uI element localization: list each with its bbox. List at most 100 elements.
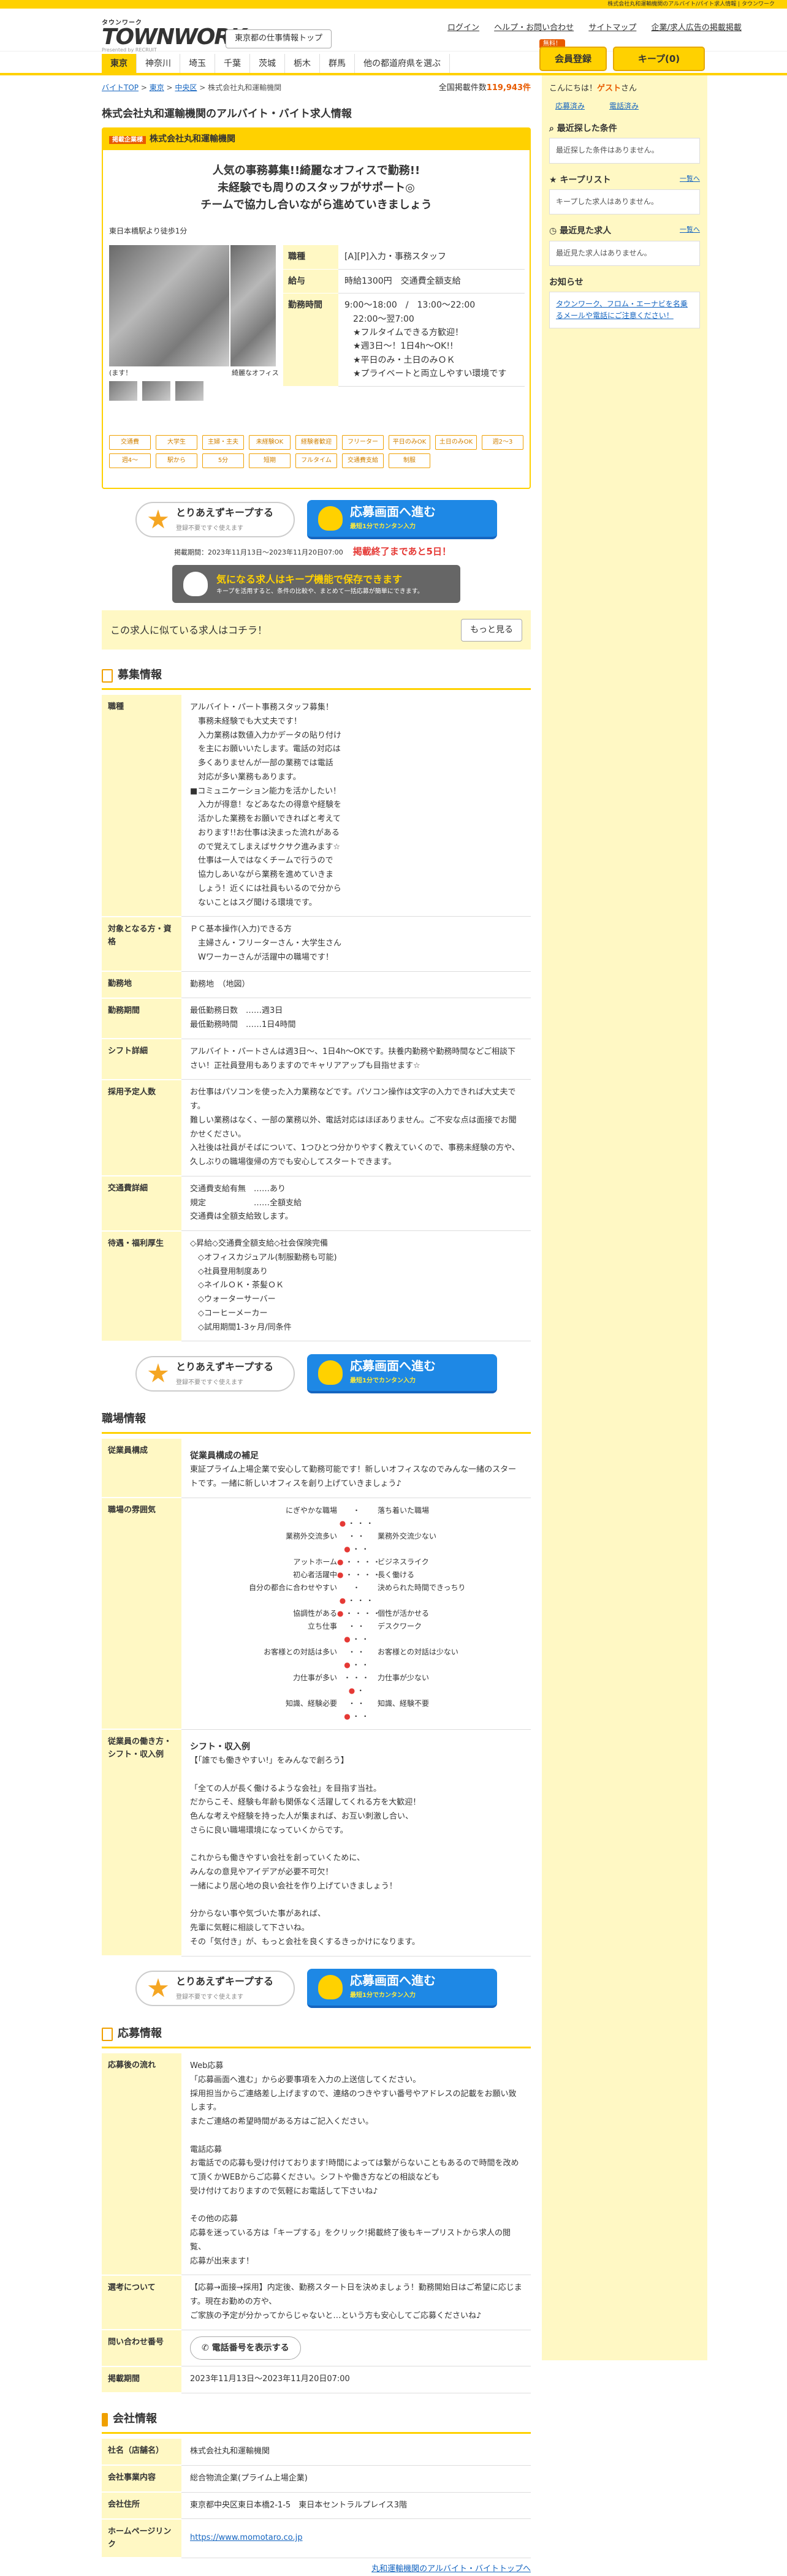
main-content: バイトTOP > 東京 > 中央区 > 株式会社丸和運輸機関 全国掲載件数119… xyxy=(102,82,531,2576)
notice-title: お知らせ xyxy=(549,277,584,287)
atmosphere-row: 立ち仕事 ・・●・・ デスクワーク xyxy=(307,1621,422,1643)
atmosphere-row: 初心者活躍中 ●・・・・ 長く働ける xyxy=(292,1570,415,1579)
recent-conditions-empty: 最近探した条件はありません。 xyxy=(549,138,700,164)
apply-button[interactable]: 応募画面へ進む 最短1分でカンタン入力 xyxy=(307,500,497,540)
apply-button[interactable]: 応募画面へ進む 最短1分でカンタン入力 xyxy=(307,1354,497,1393)
workplace-section-title: 職場情報 xyxy=(102,1411,531,1434)
tab-gunma[interactable]: 群馬 xyxy=(320,54,355,74)
tag: 土日のみOK xyxy=(435,435,477,450)
top-banner: 株式会社丸和運輸機関のアルバイト/パイト求人情報 | タウンワーク xyxy=(0,0,787,9)
keep-job-button[interactable]: とりあえずキープする 登録不要ですぐ使えます xyxy=(135,1355,295,1392)
company-table: 社名（店舗名） 株式会社丸和運輸機関 会社事業内容 総合物流企業(プライム上場企業)… xyxy=(102,2439,531,2559)
action-buttons: とりあえずキープする 登録不要ですぐ使えます 応募画面へ進む 最短1分でカンタン入力 xyxy=(102,500,531,540)
pencil-icon xyxy=(102,2027,113,2041)
keep-list-title: ★ キープリスト 一覧へ xyxy=(549,173,700,187)
homepage-link[interactable]: https://www.momotaro.co.jp xyxy=(190,2533,303,2542)
show-phone-button[interactable]: ✆ 電話番号を表示する xyxy=(190,2336,301,2360)
atmosphere-row: 力仕事が多い ・・・●・ 力仕事が少ない xyxy=(292,1673,430,1695)
breadcrumb-chuo[interactable]: 中央区 xyxy=(175,83,197,92)
atmosphere-row: お客様との対話は多い ・・●・・ お客様との対話は少ない xyxy=(264,1647,458,1669)
tag: 交通費 xyxy=(109,435,151,450)
tab-ibaraki[interactable]: 茨城 xyxy=(250,54,285,74)
atmosphere-row: 知識、経験必要 ・・●・・ 知識、経験不要 xyxy=(285,1699,430,1721)
notice-link[interactable]: タウンワーク、フロム・エーナビを名乗るメールや電話にご注意ください！ xyxy=(556,300,688,320)
job-summary-table: 職種 [A][P]入力・事務スタッフ 給与 時給1300円 交通費全額支給 勤務時間… xyxy=(283,245,525,387)
recently-viewed-more-link[interactable]: 一覧へ xyxy=(680,224,700,238)
tab-chiba[interactable]: 千葉 xyxy=(215,54,250,74)
job-card: 掲載企業様 株式会社丸和運輸機関 人気の事務募集!!綺麗なオフィスで勤務!! 未経験… xyxy=(102,127,531,490)
atmosphere-row: 協調性がある ●・・・・ 個性が活かせる xyxy=(292,1608,430,1618)
workplace-table: 従業員構成 従業員構成の補足 東証プライム上場企業で安心して勤務可能です！新しいオフ… xyxy=(102,1438,531,1957)
hand-icon xyxy=(318,1975,343,2000)
corporate-link[interactable]: 企業/求人広告の掲載掲載 xyxy=(651,23,741,32)
tag: 平日のみOK xyxy=(389,435,430,450)
total-count: 全国掲載件数119,943件 xyxy=(438,83,531,93)
keep-list-empty: キープした求人はありません。 xyxy=(549,189,700,215)
catch-copy: 人気の事務募集!!綺麗なオフィスで勤務!! 未経験でも周りのスタッフがサポート◎ チ… xyxy=(200,164,432,211)
action-buttons: とりあえずキープする 登録不要ですぐ使えます 応募画面へ進む 最短1分でカンタン入力 xyxy=(102,1969,531,2009)
tag: 駅から xyxy=(156,453,197,469)
company-top-link[interactable]: 丸和運輸機関のアルバイト・バイトトップへ xyxy=(371,2564,531,2574)
tag: 制服 xyxy=(389,453,430,469)
thumbnail[interactable] xyxy=(175,381,203,401)
called-link[interactable]: 電話済み xyxy=(609,100,639,112)
keep-info-banner[interactable]: 気になる求人はキープ機能で保存できます キープを活用すると、条件の比較や、まとめて… xyxy=(172,565,460,604)
prefecture-nav: 東京 神奈川 埼玉 千葉 茨城 栃木 群馬 他の都道府県を選ぶ xyxy=(102,54,450,74)
apply-table: 応募後の流れ Web応募 「応募画面へ進む」から必要事項を入力の上送信してください… xyxy=(102,2053,531,2394)
thumbnail[interactable] xyxy=(109,381,137,401)
page-title: 株式会社丸和運輸機関のアルバイト・バイト求人情報 xyxy=(102,108,352,121)
hand-icon xyxy=(318,506,343,531)
tab-saitama[interactable]: 埼玉 xyxy=(180,54,215,74)
recently-viewed-empty: 最近見た求人はありません。 xyxy=(549,240,700,266)
feature-tags: 交通費 大学生 主婦・主夫 未経験OK 経験者歓迎 フリーター 平日のみOK 土日のみOK 週2… xyxy=(109,435,526,469)
document-icon xyxy=(102,669,113,683)
login-link[interactable]: ログイン xyxy=(447,23,479,32)
tab-other-prefecture[interactable]: 他の都道府県を選ぶ xyxy=(355,54,450,74)
keep-mascot-icon xyxy=(183,572,208,597)
star-icon xyxy=(148,509,169,529)
applied-link[interactable]: 応募済み xyxy=(555,100,585,112)
office-photo-main[interactable] xyxy=(109,245,229,367)
breadcrumb-top[interactable]: バイトTOP xyxy=(102,83,139,92)
tag: 未経験OK xyxy=(249,435,291,450)
help-link[interactable]: ヘルプ・お問い合わせ xyxy=(494,23,574,32)
tag: 経験者歓迎 xyxy=(295,435,337,450)
photo-caption: (ます！ xyxy=(109,369,132,377)
tag: 短期 xyxy=(249,453,291,469)
tab-tochigi[interactable]: 栃木 xyxy=(285,54,320,74)
star-icon xyxy=(148,1363,169,1382)
action-buttons: とりあえずキープする 登録不要ですぐ使えます 応募画面へ進む 最短1分でカンタン入力 xyxy=(102,1354,531,1393)
job-card-header: 掲載企業様 株式会社丸和運輸機関 xyxy=(103,129,530,150)
register-button[interactable]: 会員登録 xyxy=(539,47,607,71)
atmosphere-row: にぎやかな職場 ・●・・・ 落ち着いた職場 xyxy=(285,1506,430,1528)
sidebar: こんにちは！ゲストさん 応募済み 電話済み ⌕ 最近探した条件 最近探した条件はあ… xyxy=(542,75,707,2360)
keep-button[interactable]: キープ(0) xyxy=(613,47,705,71)
recruit-section-title: 募集情報 xyxy=(102,667,531,691)
breadcrumb-tokyo[interactable]: 東京 xyxy=(150,83,164,92)
tab-tokyo[interactable]: 東京 xyxy=(102,54,137,74)
station-text: 東日本橋駅より徒歩1分 xyxy=(109,227,188,236)
tag: フルタイム xyxy=(295,453,337,469)
keep-job-button[interactable]: とりあえずキープする 登録不要ですぐ使えます xyxy=(135,502,295,538)
tag: フリーター xyxy=(342,435,384,450)
keep-job-button[interactable]: とりあえずキープする 登録不要ですぐ使えます xyxy=(135,1971,295,2007)
map-link[interactable]: 勤務地 （地図） xyxy=(181,971,531,999)
recruit-table: 職種 アルバイト・パート事務スタッフ募集！ 事務未経験でも大丈夫です！ 入力業務は… xyxy=(102,695,531,1342)
tag: 主婦・主夫 xyxy=(202,435,244,450)
recent-conditions-title: ⌕ 最近探した条件 xyxy=(549,123,617,134)
keep-list-more-link[interactable]: 一覧へ xyxy=(680,173,700,187)
area-top-button[interactable]: 東京都の仕事情報トップ xyxy=(226,29,332,48)
thumbnail[interactable] xyxy=(142,381,170,401)
tag: 5分 xyxy=(202,453,244,469)
tab-kanagawa[interactable]: 神奈川 xyxy=(137,54,180,74)
tag: 週4〜 xyxy=(109,453,151,469)
site-header: タウンワーク TOWNWORK Presented by RECRUIT 東京都… xyxy=(0,9,787,75)
similar-jobs-bar: この求人に似ている求人はコチラ！ もっと見る xyxy=(102,610,531,650)
photo-caption: 綺麗なオフィス xyxy=(232,369,279,377)
office-photo-side[interactable] xyxy=(230,245,276,367)
apply-button[interactable]: 応募画面へ進む 最短1分でカンタン入力 xyxy=(307,1969,497,2009)
sitemap-link[interactable]: サイトマップ xyxy=(588,23,636,32)
see-more-button[interactable]: もっと見る xyxy=(461,619,522,642)
posting-period: 掲載期間：2023年11月13日〜2023年11月20日07:00 掲載終了まであ… xyxy=(174,546,451,558)
townwork-logo[interactable]: タウンワーク TOWNWORK Presented by RECRUIT xyxy=(102,18,247,55)
